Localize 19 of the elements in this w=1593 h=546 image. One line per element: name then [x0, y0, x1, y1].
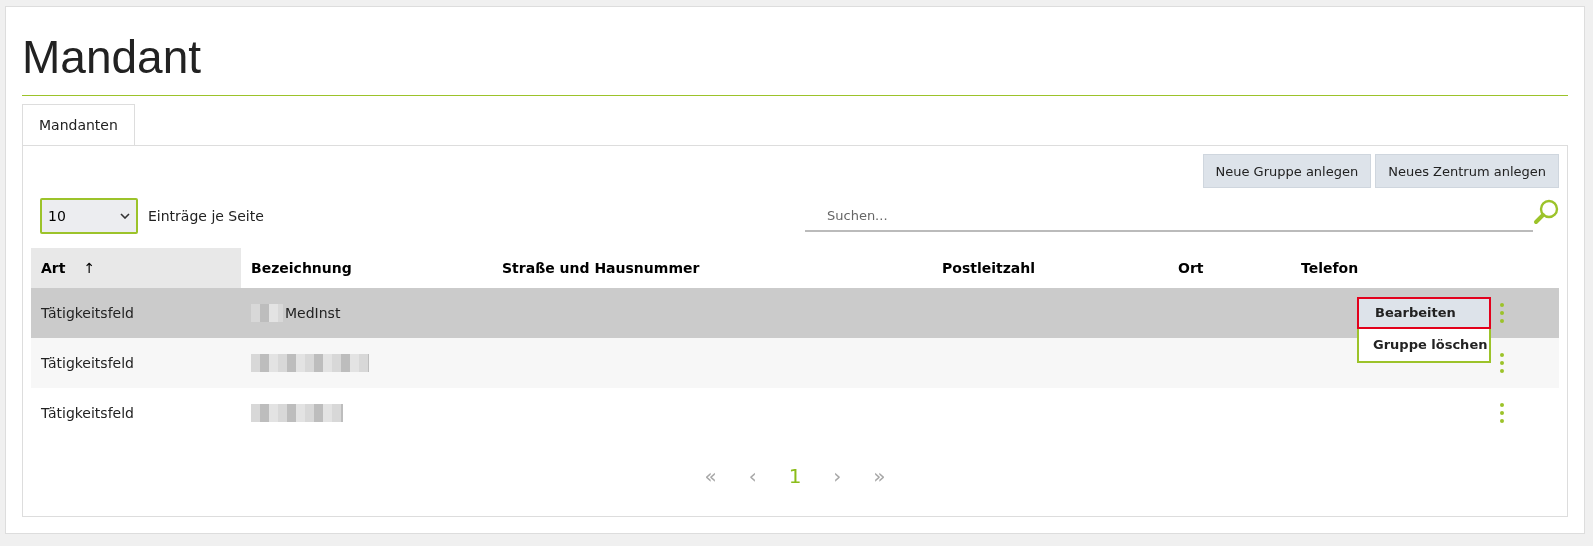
- sort-arrow: ↑: [83, 260, 96, 276]
- search-icon[interactable]: [1533, 199, 1559, 225]
- page-size-label: Einträge je Seite: [148, 208, 264, 224]
- more-icon[interactable]: [1500, 403, 1504, 423]
- table-cell: Tätigkeitsfeld: [31, 288, 241, 338]
- page-size-select[interactable]: 10: [40, 198, 138, 234]
- tab[interactable]: Mandanten: [22, 104, 135, 146]
- column-header[interactable]: Art ↑: [31, 248, 241, 288]
- menu-item[interactable]: Gruppe löschen: [1359, 329, 1489, 361]
- page-title: Mandant: [22, 30, 202, 85]
- more-icon[interactable]: [1500, 353, 1504, 373]
- chevron-down-icon: [120, 213, 130, 219]
- more-icon[interactable]: [1500, 303, 1504, 323]
- table-cell: Tätigkeitsfeld: [31, 338, 241, 388]
- menu-item[interactable]: Bearbeiten: [1357, 297, 1491, 329]
- column-header[interactable]: Bezeichnung: [241, 248, 492, 288]
- table-cell: MedInst: [285, 305, 341, 321]
- action-button[interactable]: Neues Zentrum anlegen: [1375, 154, 1559, 188]
- action-button[interactable]: Neue Gruppe anlegen: [1202, 154, 1372, 188]
